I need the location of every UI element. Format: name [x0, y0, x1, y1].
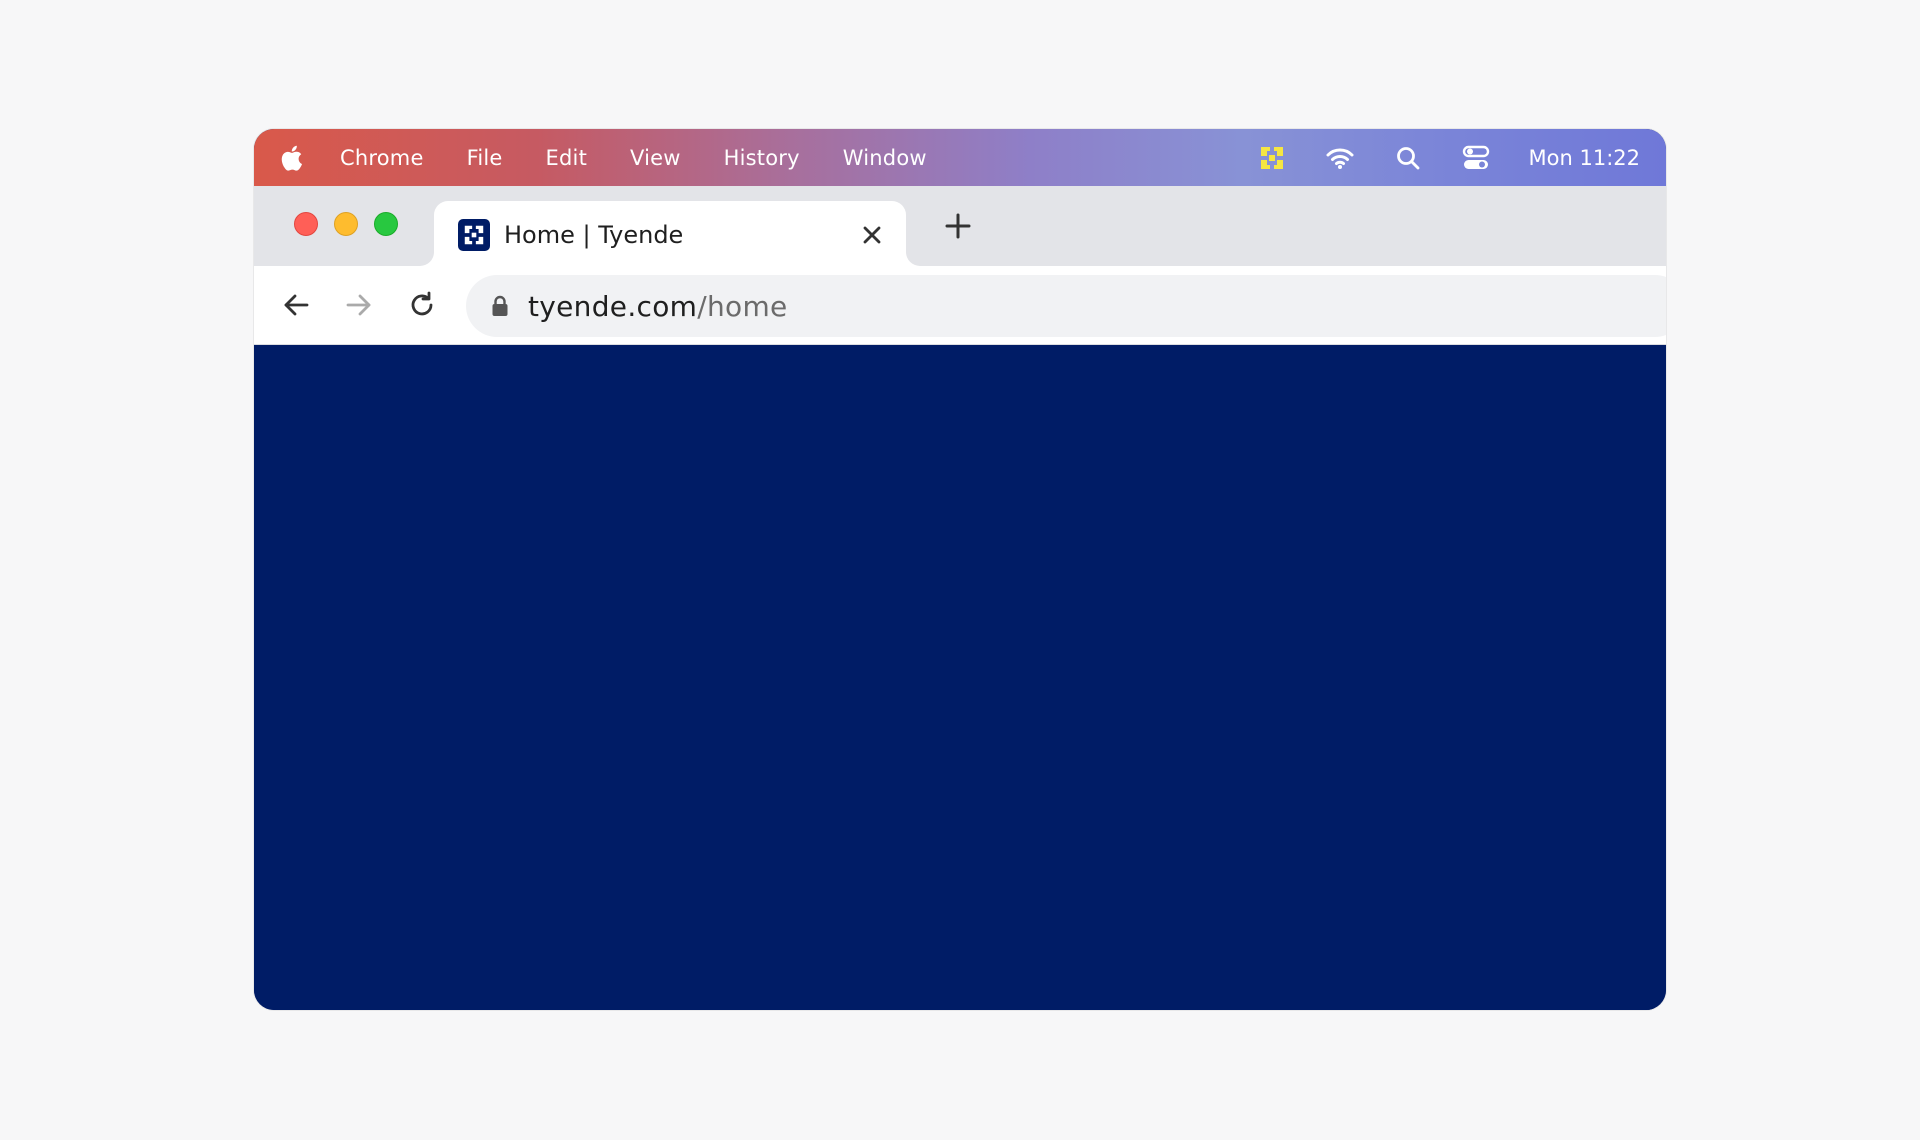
menu-view[interactable]: View — [630, 146, 681, 170]
tyende-app-icon[interactable] — [1257, 143, 1287, 173]
close-icon[interactable] — [858, 221, 886, 249]
url-host: tyende.com — [528, 289, 698, 323]
window-close-button[interactable] — [294, 212, 318, 236]
address-bar[interactable]: tyende.com/home — [466, 275, 1666, 337]
tab-home-tyende[interactable]: Home | Tyende — [434, 201, 906, 269]
plus-icon — [945, 213, 971, 239]
browser-toolbar: tyende.com/home — [254, 266, 1666, 345]
back-arrow-icon — [284, 294, 309, 316]
apple-logo-icon[interactable] — [278, 143, 304, 173]
url-path: /home — [697, 289, 788, 323]
macos-menu-bar: Chrome File Edit View History Window Mon… — [254, 129, 1666, 186]
tab-strip: Home | Tyende — [254, 186, 1666, 269]
new-tab-button[interactable] — [938, 206, 978, 246]
menu-bar-left: Chrome File Edit View History Window — [254, 129, 970, 186]
browser-window: Chrome File Edit View History Window Mon… — [254, 129, 1666, 1010]
page-content — [254, 354, 1666, 1010]
forward-arrow-icon — [346, 294, 371, 316]
tab-title: Home | Tyende — [504, 221, 684, 249]
forward-button[interactable] — [339, 285, 379, 325]
menu-app-chrome[interactable]: Chrome — [340, 146, 424, 170]
menu-edit[interactable]: Edit — [546, 146, 587, 170]
menu-bar-clock[interactable]: Mon 11:22 — [1529, 146, 1640, 170]
lock-icon[interactable] — [490, 294, 510, 318]
back-button[interactable] — [276, 285, 316, 325]
window-minimize-button[interactable] — [334, 212, 358, 236]
tyende-favicon-icon — [458, 219, 490, 251]
menu-bar-right: Mon 11:22 — [1219, 129, 1666, 186]
spotlight-search-icon[interactable] — [1393, 143, 1423, 173]
menu-window[interactable]: Window — [843, 146, 927, 170]
reload-icon — [411, 291, 433, 316]
wifi-icon[interactable] — [1325, 143, 1355, 173]
menu-file[interactable]: File — [467, 146, 503, 170]
menu-history[interactable]: History — [724, 146, 800, 170]
control-center-icon[interactable] — [1461, 143, 1491, 173]
url-text[interactable]: tyende.com/home — [528, 290, 788, 323]
reload-button[interactable] — [402, 285, 442, 325]
window-zoom-button[interactable] — [374, 212, 398, 236]
